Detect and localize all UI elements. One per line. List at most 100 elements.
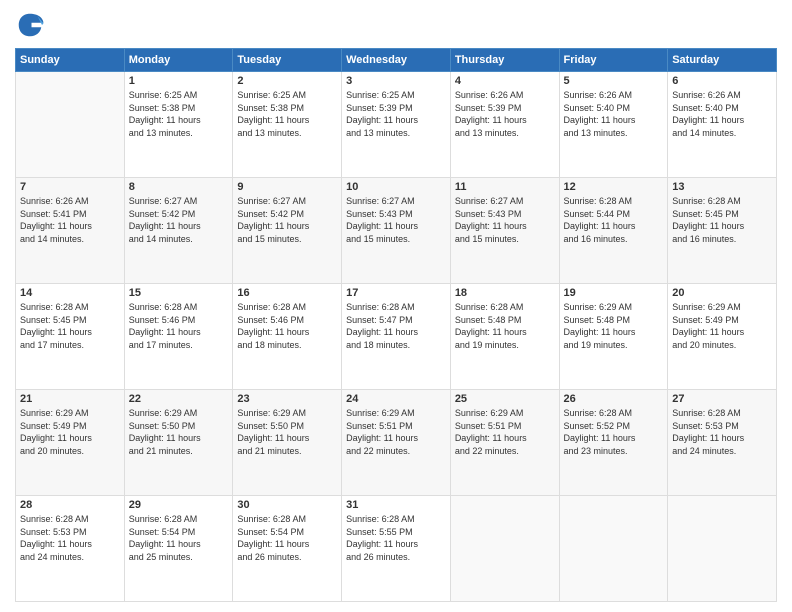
day-number: 22 [129,393,229,405]
day-info: Sunrise: 6:25 AMSunset: 5:39 PMDaylight:… [346,89,446,139]
day-number: 12 [564,181,664,193]
calendar-cell: 2Sunrise: 6:25 AMSunset: 5:38 PMDaylight… [233,72,342,178]
page: SundayMondayTuesdayWednesdayThursdayFrid… [0,0,792,612]
day-info: Sunrise: 6:29 AMSunset: 5:51 PMDaylight:… [346,407,446,457]
day-number: 6 [672,75,772,87]
calendar-cell [16,72,125,178]
day-info: Sunrise: 6:28 AMSunset: 5:55 PMDaylight:… [346,513,446,563]
header [15,10,777,40]
day-info: Sunrise: 6:28 AMSunset: 5:46 PMDaylight:… [237,301,337,351]
calendar-cell: 18Sunrise: 6:28 AMSunset: 5:48 PMDayligh… [450,284,559,390]
day-info: Sunrise: 6:28 AMSunset: 5:48 PMDaylight:… [455,301,555,351]
day-info: Sunrise: 6:27 AMSunset: 5:42 PMDaylight:… [129,195,229,245]
day-info: Sunrise: 6:29 AMSunset: 5:51 PMDaylight:… [455,407,555,457]
calendar-cell: 25 Sunrise: 6:29 AMSunset: 5:51 PMDayligh… [450,390,559,496]
weekday-header: Sunday [16,49,125,72]
day-info: Sunrise: 6:26 AMSunset: 5:40 PMDaylight:… [672,89,772,139]
day-number: 13 [672,181,772,193]
day-number: 5 [564,75,664,87]
day-number: 25 [455,393,555,405]
calendar-cell: 23Sunrise: 6:29 AMSunset: 5:50 PMDayligh… [233,390,342,496]
day-info: Sunrise: 6:25 AMSunset: 5:38 PMDaylight:… [129,89,229,139]
day-info: Sunrise: 6:28 AMSunset: 5:54 PMDaylight:… [129,513,229,563]
calendar-header: SundayMondayTuesdayWednesdayThursdayFrid… [16,49,777,72]
calendar-cell: 24 Sunrise: 6:29 AMSunset: 5:51 PMDayligh… [342,390,451,496]
day-number: 3 [346,75,446,87]
day-number: 19 [564,287,664,299]
day-info: Sunrise: 6:29 AMSunset: 5:50 PMDaylight:… [129,407,229,457]
day-number: 27 [672,393,772,405]
calendar-cell: 28Sunrise: 6:28 AMSunset: 5:53 PMDayligh… [16,496,125,602]
calendar-cell [450,496,559,602]
day-info: Sunrise: 6:26 AMSunset: 5:39 PMDaylight:… [455,89,555,139]
day-info: Sunrise: 6:28 AMSunset: 5:46 PMDaylight:… [129,301,229,351]
day-info: Sunrise: 6:28 AMSunset: 5:54 PMDaylight:… [237,513,337,563]
calendar-week: 28Sunrise: 6:28 AMSunset: 5:53 PMDayligh… [16,496,777,602]
calendar-cell: 12 Sunrise: 6:28 AMSunset: 5:44 PMDayligh… [559,178,668,284]
day-number: 26 [564,393,664,405]
calendar-cell: 21 Sunrise: 6:29 AMSunset: 5:49 PMDayligh… [16,390,125,496]
calendar-cell: 30 Sunrise: 6:28 AMSunset: 5:54 PMDayligh… [233,496,342,602]
day-number: 24 [346,393,446,405]
day-info: Sunrise: 6:28 AMSunset: 5:53 PMDaylight:… [672,407,772,457]
calendar-cell: 16 Sunrise: 6:28 AMSunset: 5:46 PMDayligh… [233,284,342,390]
day-info: Sunrise: 6:28 AMSunset: 5:44 PMDaylight:… [564,195,664,245]
calendar-cell: 9 Sunrise: 6:27 AMSunset: 5:42 PMDaylight… [233,178,342,284]
calendar-cell: 1Sunrise: 6:25 AMSunset: 5:38 PMDaylight… [124,72,233,178]
day-number: 30 [237,499,337,511]
weekday-header: Saturday [668,49,777,72]
calendar-cell: 26Sunrise: 6:28 AMSunset: 5:52 PMDayligh… [559,390,668,496]
day-info: Sunrise: 6:27 AMSunset: 5:42 PMDaylight:… [237,195,337,245]
weekday-header: Friday [559,49,668,72]
logo [15,10,49,40]
day-number: 20 [672,287,772,299]
weekday-row: SundayMondayTuesdayWednesdayThursdayFrid… [16,49,777,72]
calendar-cell: 11 Sunrise: 6:27 AMSunset: 5:43 PMDayligh… [450,178,559,284]
day-info: Sunrise: 6:27 AMSunset: 5:43 PMDaylight:… [346,195,446,245]
calendar-week: 21 Sunrise: 6:29 AMSunset: 5:49 PMDayligh… [16,390,777,496]
day-number: 4 [455,75,555,87]
calendar-cell: 4 Sunrise: 6:26 AMSunset: 5:39 PMDaylight… [450,72,559,178]
weekday-header: Monday [124,49,233,72]
calendar-cell: 27 Sunrise: 6:28 AMSunset: 5:53 PMDayligh… [668,390,777,496]
calendar-cell: 22 Sunrise: 6:29 AMSunset: 5:50 PMDayligh… [124,390,233,496]
weekday-header: Wednesday [342,49,451,72]
calendar-cell: 8 Sunrise: 6:27 AMSunset: 5:42 PMDaylight… [124,178,233,284]
day-info: Sunrise: 6:28 AMSunset: 5:47 PMDaylight:… [346,301,446,351]
calendar-cell: 19 Sunrise: 6:29 AMSunset: 5:48 PMDayligh… [559,284,668,390]
calendar-cell: 10Sunrise: 6:27 AMSunset: 5:43 PMDayligh… [342,178,451,284]
calendar-cell: 29 Sunrise: 6:28 AMSunset: 5:54 PMDayligh… [124,496,233,602]
calendar-cell: 31 Sunrise: 6:28 AMSunset: 5:55 PMDayligh… [342,496,451,602]
day-info: Sunrise: 6:29 AMSunset: 5:49 PMDaylight:… [672,301,772,351]
day-number: 11 [455,181,555,193]
day-number: 9 [237,181,337,193]
day-number: 14 [20,287,120,299]
day-number: 21 [20,393,120,405]
weekday-header: Tuesday [233,49,342,72]
day-info: Sunrise: 6:29 AMSunset: 5:49 PMDaylight:… [20,407,120,457]
day-number: 29 [129,499,229,511]
calendar-cell: 3 Sunrise: 6:25 AMSunset: 5:39 PMDaylight… [342,72,451,178]
calendar-body: 1Sunrise: 6:25 AMSunset: 5:38 PMDaylight… [16,72,777,602]
day-info: Sunrise: 6:26 AMSunset: 5:40 PMDaylight:… [564,89,664,139]
day-number: 23 [237,393,337,405]
calendar-cell: 14Sunrise: 6:28 AMSunset: 5:45 PMDayligh… [16,284,125,390]
day-info: Sunrise: 6:26 AMSunset: 5:41 PMDaylight:… [20,195,120,245]
calendar-cell: 5 Sunrise: 6:26 AMSunset: 5:40 PMDaylight… [559,72,668,178]
day-number: 7 [20,181,120,193]
day-number: 8 [129,181,229,193]
calendar-cell [559,496,668,602]
day-number: 16 [237,287,337,299]
calendar-week: 7 Sunrise: 6:26 AMSunset: 5:41 PMDaylight… [16,178,777,284]
calendar-cell: 17Sunrise: 6:28 AMSunset: 5:47 PMDayligh… [342,284,451,390]
day-info: Sunrise: 6:28 AMSunset: 5:45 PMDaylight:… [672,195,772,245]
day-number: 31 [346,499,446,511]
logo-icon [15,10,45,40]
calendar-week: 14Sunrise: 6:28 AMSunset: 5:45 PMDayligh… [16,284,777,390]
day-info: Sunrise: 6:27 AMSunset: 5:43 PMDaylight:… [455,195,555,245]
weekday-header: Thursday [450,49,559,72]
calendar-cell: 7 Sunrise: 6:26 AMSunset: 5:41 PMDaylight… [16,178,125,284]
day-number: 15 [129,287,229,299]
day-info: Sunrise: 6:29 AMSunset: 5:48 PMDaylight:… [564,301,664,351]
calendar-cell: 6 Sunrise: 6:26 AMSunset: 5:40 PMDaylight… [668,72,777,178]
